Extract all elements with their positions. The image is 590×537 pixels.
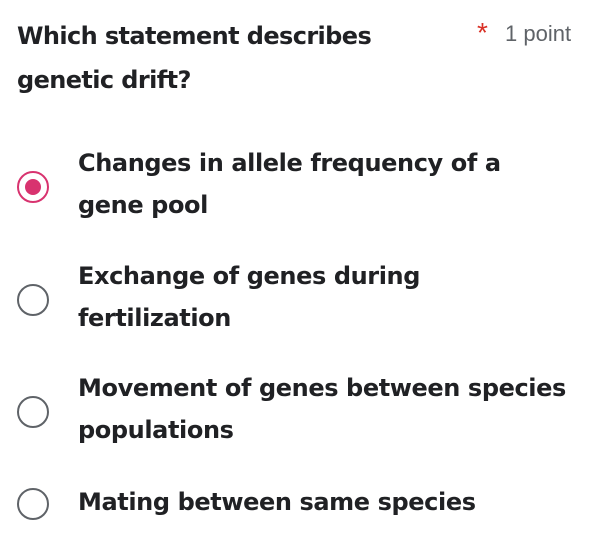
- radio-unselected-icon[interactable]: [17, 396, 49, 428]
- answer-options: Changes in allele frequency of a gene po…: [0, 0, 590, 537]
- option-label: Changes in allele frequency of a gene po…: [78, 149, 501, 219]
- option-changes-in-allele-frequency[interactable]: Changes in allele frequency of a gene po…: [14, 142, 584, 232]
- option-label: Exchange of genes during fertilization: [78, 262, 421, 332]
- option-movement-of-genes[interactable]: Movement of genes between species popula…: [14, 367, 584, 457]
- option-label: Mating between same species: [78, 488, 476, 516]
- radio-dot: [25, 179, 41, 195]
- option-label: Movement of genes between species popula…: [78, 374, 566, 444]
- option-exchange-of-genes[interactable]: Exchange of genes during fertilization: [14, 255, 584, 345]
- radio-unselected-icon[interactable]: [17, 488, 49, 520]
- radio-selected-icon[interactable]: [17, 171, 49, 203]
- radio-unselected-icon[interactable]: [17, 284, 49, 316]
- option-mating-between-same-species[interactable]: Mating between same species: [14, 481, 584, 527]
